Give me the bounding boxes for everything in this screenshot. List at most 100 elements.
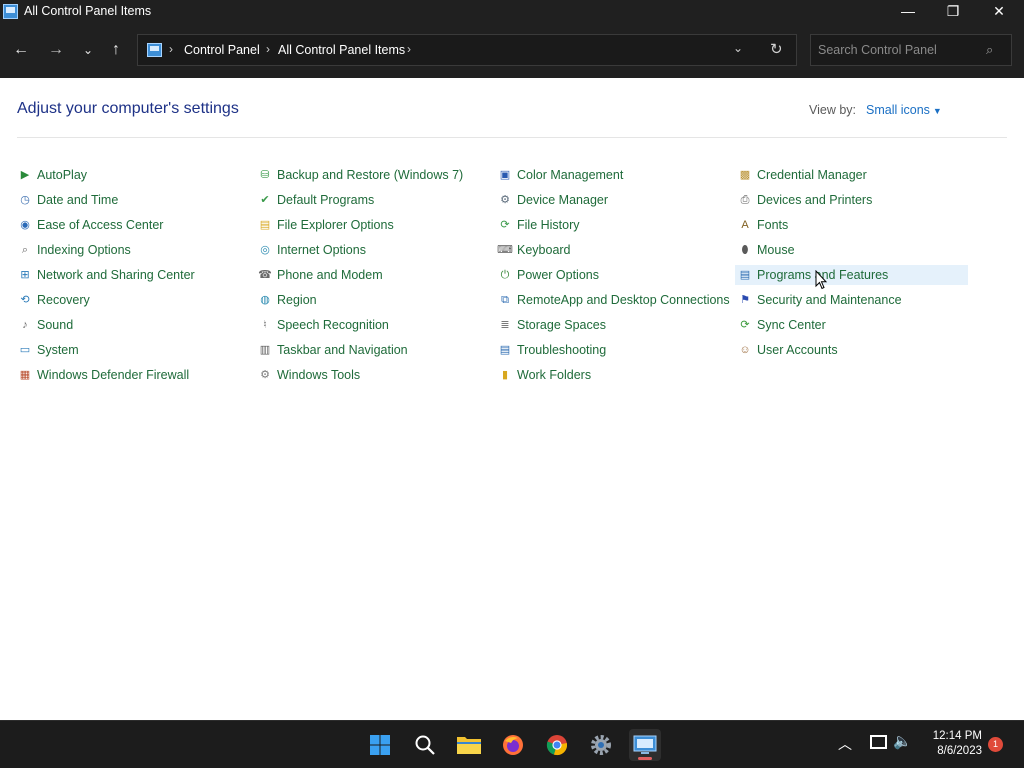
control-panel-item-label[interactable]: Windows Tools [277,368,360,382]
control-panel-item[interactable]: ♪ Sound [17,315,73,335]
search-button[interactable] [409,729,441,761]
control-panel-item[interactable]: ⟲ Recovery [17,290,90,310]
control-panel-item[interactable]: ⎙ Devices and Printers [737,190,873,210]
control-panel-item-label[interactable]: Default Programs [277,193,374,207]
search-input[interactable] [818,41,978,59]
breadcrumb-separator[interactable]: › [266,42,270,56]
search-box[interactable]: ⌕ [810,34,1012,66]
notification-badge[interactable]: 1 [988,737,1003,752]
control-panel-item[interactable]: ◎ Internet Options [257,240,366,260]
control-panel-item-label[interactable]: Region [277,293,317,307]
control-panel-item[interactable]: ▤ Troubleshooting [497,340,606,360]
control-panel-item-label[interactable]: Ease of Access Center [37,218,163,232]
control-panel-item[interactable]: ⧉ RemoteApp and Desktop Connections [497,290,730,310]
control-panel-item[interactable]: ▦ Windows Defender Firewall [17,365,189,385]
control-panel-item[interactable]: ⟳ Sync Center [737,315,826,335]
control-panel-item-label[interactable]: Phone and Modem [277,268,383,282]
settings-button[interactable] [585,729,617,761]
firefox-button[interactable] [497,729,529,761]
view-by-value[interactable]: Small icons [866,103,930,117]
up-button[interactable]: ↑ [104,39,128,63]
control-panel-item[interactable]: ⊞ Network and Sharing Center [17,265,195,285]
forward-button[interactable]: → [44,39,68,63]
control-panel-item-label[interactable]: Troubleshooting [517,343,606,357]
control-panel-item[interactable]: ♮ Speech Recognition [257,315,389,335]
clock[interactable]: 12:14 PM 8/6/2023 [922,729,982,759]
control-panel-item-label[interactable]: AutoPlay [37,168,87,182]
control-panel-item-label[interactable]: Date and Time [37,193,118,207]
control-panel-item-label[interactable]: Devices and Printers [757,193,872,207]
control-panel-item[interactable]: ≣ Storage Spaces [497,315,606,335]
network-icon[interactable] [870,735,887,749]
control-panel-item[interactable]: ⚙ Device Manager [497,190,608,210]
control-panel-item[interactable]: ◷ Date and Time [17,190,118,210]
control-panel-item[interactable]: ▶ AutoPlay [17,165,87,185]
control-panel-item[interactable]: ▤ File Explorer Options [257,215,394,235]
control-panel-item[interactable]: ⬮ Mouse [737,240,795,260]
control-panel-item-label[interactable]: File Explorer Options [277,218,394,232]
caret-down-icon[interactable]: ▼ [933,106,942,116]
control-panel-item[interactable]: ⛁ Backup and Restore (Windows 7) [257,165,463,185]
chevron-down-icon[interactable]: ⌄ [733,41,743,55]
control-panel-item[interactable]: ✔ Default Programs [257,190,374,210]
maximize-button[interactable]: ❐ [930,0,976,24]
control-panel-item-label[interactable]: RemoteApp and Desktop Connections [517,293,730,307]
control-panel-item[interactable]: ⌕ Indexing Options [17,240,131,260]
control-panel-item-label[interactable]: Device Manager [517,193,608,207]
control-panel-item-label[interactable]: Power Options [517,268,599,282]
address-bar[interactable]: › Control Panel › All Control Panel Item… [137,34,797,66]
control-panel-item[interactable]: ⚑ Security and Maintenance [737,290,902,310]
refresh-icon[interactable]: ↻ [770,40,783,58]
control-panel-item[interactable]: ⌨ Keyboard [497,240,571,260]
chrome-button[interactable] [541,729,573,761]
breadcrumb-separator[interactable]: › [169,42,173,56]
close-button[interactable]: ✕ [976,0,1022,24]
control-panel-item[interactable]: ☎ Phone and Modem [257,265,383,285]
control-panel-item[interactable]: ⟳ File History [497,215,580,235]
control-panel-item-label[interactable]: Credential Manager [757,168,867,182]
control-panel-item-label[interactable]: Fonts [757,218,788,232]
control-panel-item-label[interactable]: Speech Recognition [277,318,389,332]
control-panel-item-label[interactable]: Keyboard [517,243,571,257]
control-panel-item-label[interactable]: Internet Options [277,243,366,257]
control-panel-item-label[interactable]: Sync Center [757,318,826,332]
breadcrumb-all-items[interactable]: All Control Panel Items [278,43,405,57]
control-panel-item-label[interactable]: Recovery [37,293,90,307]
control-panel-item-label[interactable]: Windows Defender Firewall [37,368,189,382]
recent-locations-button[interactable]: ⌄ [76,39,100,63]
minimize-button[interactable]: — [885,0,931,24]
control-panel-item[interactable]: A Fonts [737,215,788,235]
control-panel-item[interactable]: ▭ System [17,340,79,360]
chevron-up-icon[interactable]: ︿ [838,734,852,754]
control-panel-item-label[interactable]: Backup and Restore (Windows 7) [277,168,463,182]
control-panel-item-label[interactable]: User Accounts [757,343,838,357]
control-panel-item-label[interactable]: Storage Spaces [517,318,606,332]
control-panel-item[interactable]: ⏻ Power Options [497,265,599,285]
start-button[interactable] [364,729,396,761]
control-panel-item[interactable]: ⚙ Windows Tools [257,365,360,385]
control-panel-item[interactable]: ☺ User Accounts [737,340,838,360]
control-panel-item-label[interactable]: System [37,343,79,357]
control-panel-item-label[interactable]: Color Management [517,168,623,182]
control-panel-item-label[interactable]: Network and Sharing Center [37,268,195,282]
control-panel-button[interactable] [629,729,661,761]
search-icon[interactable]: ⌕ [986,42,993,58]
control-panel-item-label[interactable]: Security and Maintenance [757,293,902,307]
control-panel-item-label[interactable]: Mouse [757,243,795,257]
breadcrumb-control-panel[interactable]: Control Panel [184,43,260,57]
control-panel-item[interactable]: ▥ Taskbar and Navigation [257,340,408,360]
control-panel-item[interactable]: ▮ Work Folders [497,365,591,385]
control-panel-item-label[interactable]: File History [517,218,580,232]
view-by-dropdown[interactable]: Small icons ▼ [866,103,942,117]
breadcrumb-separator[interactable]: › [407,42,411,56]
control-panel-item-label[interactable]: Taskbar and Navigation [277,343,408,357]
control-panel-item[interactable]: ◉ Ease of Access Center [17,215,163,235]
file-explorer-button[interactable] [453,729,485,761]
control-panel-item-label[interactable]: Sound [37,318,73,332]
control-panel-item[interactable]: ◍ Region [257,290,317,310]
control-panel-item-label[interactable]: Indexing Options [37,243,131,257]
control-panel-item[interactable]: ▩ Credential Manager [737,165,867,185]
control-panel-item[interactable]: ▤ Programs and Features [735,265,968,285]
control-panel-item-label[interactable]: Work Folders [517,368,591,382]
back-button[interactable]: ← [9,39,33,63]
